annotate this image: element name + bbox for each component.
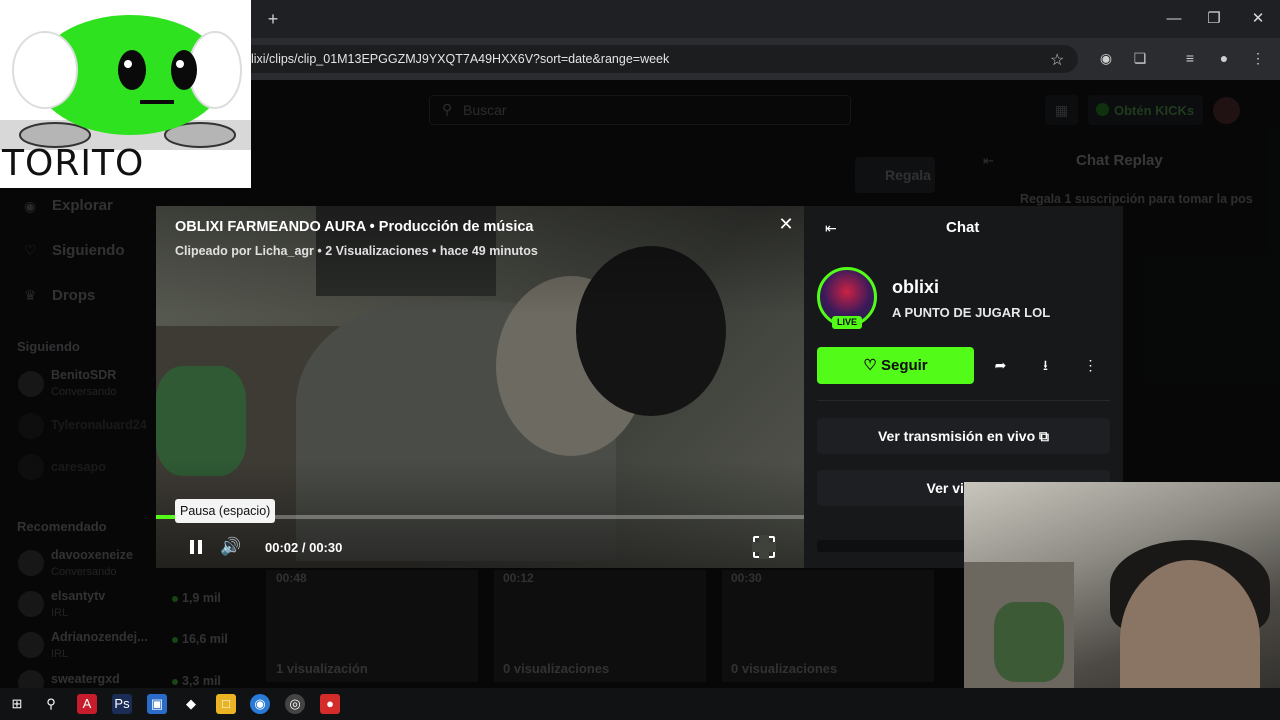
minimize-button[interactable]: — xyxy=(1162,8,1186,30)
search-icon[interactable]: ⚲ xyxy=(41,694,61,714)
clip-meta: Clipeado por Licha_agr • 2 Visualizacion… xyxy=(175,244,538,258)
clip-title: OBLIXI FARMEANDO AURA • Producción de mú… xyxy=(175,219,534,235)
more-options-icon[interactable]: ⋮ xyxy=(1072,347,1109,384)
file-explorer-icon[interactable]: □ xyxy=(216,694,236,714)
pause-tooltip: Pausa (espacio) xyxy=(175,499,276,523)
puzzle-extensions-icon[interactable]: ❏ xyxy=(1131,49,1149,67)
browser-menu-icon[interactable]: ⋮ xyxy=(1249,49,1267,67)
profile-icon[interactable]: ● xyxy=(1215,49,1233,67)
bookmark-star-icon[interactable]: ☆ xyxy=(1050,50,1064,70)
url-text: lixi/clips/clip_01M13EPGGZMJ9YXQT7A49HXX… xyxy=(251,52,670,66)
extension-icon[interactable]: ◉ xyxy=(1097,49,1115,67)
new-tab-button[interactable]: + xyxy=(262,8,284,30)
photoshop-icon[interactable]: Ps xyxy=(112,694,132,714)
windows-start-icon[interactable]: ⊞ xyxy=(7,694,27,714)
pause-icon[interactable] xyxy=(188,538,204,556)
logo-text: TORITO xyxy=(2,143,145,184)
obs-icon[interactable]: ◎ xyxy=(285,694,305,714)
app-icon[interactable]: ● xyxy=(320,694,340,714)
media-control-icon[interactable]: ≡ xyxy=(1181,49,1199,67)
download-icon[interactable]: ⭳ xyxy=(1027,347,1064,384)
restore-button[interactable]: ❐ xyxy=(1202,8,1226,30)
heart-icon: ♡ xyxy=(863,357,881,374)
app-icon[interactable]: ▣ xyxy=(147,694,167,714)
close-icon[interactable]: ✕ xyxy=(776,214,796,234)
volume-icon[interactable]: 🔊 xyxy=(220,537,241,557)
collapse-icon[interactable]: ⇤ xyxy=(825,220,837,237)
acrobat-icon[interactable]: A xyxy=(77,694,97,714)
time-readout: 00:02 / 00:30 xyxy=(265,540,343,555)
follow-button[interactable]: ♡ Seguir xyxy=(817,347,974,384)
close-window-button[interactable]: ✕ xyxy=(1246,8,1270,30)
watch-live-button[interactable]: Ver transmisión en vivo ⧉ xyxy=(817,418,1110,454)
follow-label: Seguir xyxy=(880,357,928,374)
live-badge: LIVE xyxy=(832,316,862,329)
app-icon[interactable]: ◆ xyxy=(181,694,201,714)
share-icon[interactable]: ➦ xyxy=(982,347,1019,384)
divider xyxy=(817,400,1110,401)
stream-status: A PUNTO DE JUGAR LOL xyxy=(892,305,1051,320)
streamer-name[interactable]: oblixi xyxy=(892,277,939,298)
chat-title: Chat xyxy=(946,219,980,236)
fullscreen-icon[interactable] xyxy=(752,535,776,559)
chrome-icon[interactable]: ◉ xyxy=(250,694,270,714)
